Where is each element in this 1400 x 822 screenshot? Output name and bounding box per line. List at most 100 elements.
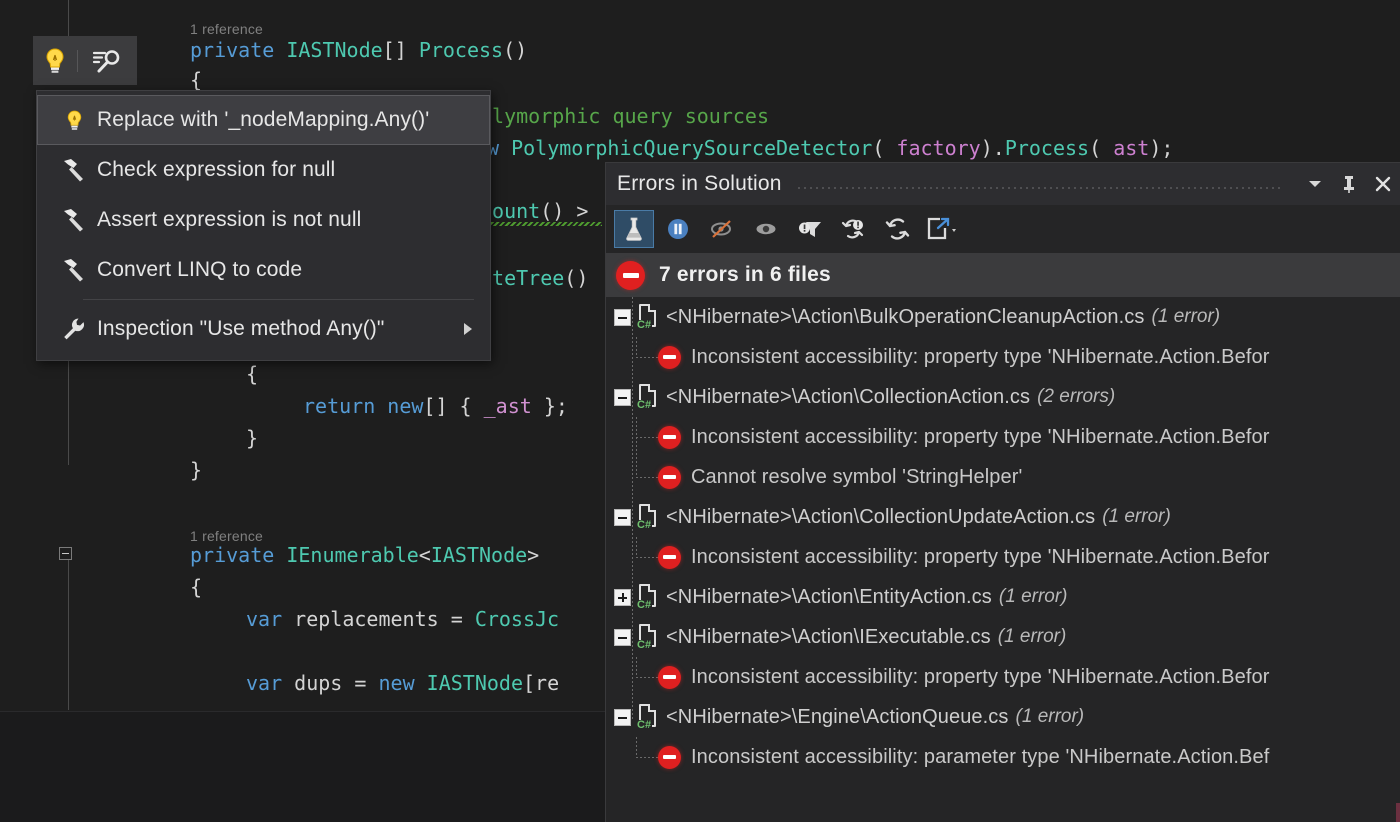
quick-actions-bar[interactable] (33, 36, 137, 85)
expander-minus-icon[interactable] (614, 508, 631, 526)
panel-toolbar[interactable] (606, 205, 1400, 253)
menu-item-label: Convert LINQ to code (97, 258, 303, 281)
error-icon (658, 425, 681, 449)
table-row[interactable]: C# <NHibernate>\Action\EntityAction.cs (… (606, 577, 1400, 617)
file-path: <NHibernate>\Engine\ActionQueue.cs (666, 705, 1009, 728)
table-row[interactable]: Inconsistent accessibility: property typ… (606, 657, 1400, 697)
lightbulb-icon (51, 109, 97, 132)
table-row[interactable]: Inconsistent accessibility: property typ… (606, 417, 1400, 457)
error-summary-text: 7 errors in 6 files (659, 263, 831, 286)
file-path: <NHibernate>\Action\BulkOperationCleanup… (666, 305, 1145, 328)
lightbulb-icon[interactable] (33, 36, 77, 85)
menu-item-inspection-use-method-any[interactable]: Inspection "Use method Any()" (37, 304, 490, 354)
error-icon (658, 345, 681, 369)
menu-item-label: Replace with '_nodeMapping.Any()' (97, 108, 430, 131)
errors-in-solution-panel[interactable]: Errors in Solution 7 errors in 6 files C… (605, 162, 1400, 822)
file-path: <NHibernate>\Action\EntityAction.cs (666, 585, 992, 608)
file-error-count: (1 error) (998, 586, 1068, 607)
code-line: { (246, 362, 259, 386)
ide-screenshot: 1 reference private IASTNode[] Process()… (0, 0, 1400, 822)
code-line: var dups = new IASTNode[re (246, 671, 560, 695)
file-error-count: (1 error) (1015, 706, 1085, 727)
hammer-icon (51, 158, 97, 182)
chevron-right-icon (464, 323, 472, 335)
quick-fix-context-menu[interactable]: Replace with '_nodeMapping.Any()' Check … (36, 90, 491, 361)
csharp-file-icon: C# (636, 304, 658, 331)
csharp-file-icon: C# (636, 624, 658, 651)
panel-title: Errors in Solution (617, 172, 782, 195)
table-row[interactable]: Cannot resolve symbol 'StringHelper' (606, 457, 1400, 497)
pin-icon[interactable] (1332, 163, 1366, 205)
editor-empty-area (0, 711, 620, 822)
error-icon (658, 545, 681, 569)
menu-item-check-expression-for-null[interactable]: Check expression for null (37, 145, 490, 195)
error-icon (658, 745, 681, 769)
code-line: private IEnumerable<IASTNode> (190, 543, 540, 567)
table-row[interactable]: C# <NHibernate>\Action\BulkOperationClea… (606, 297, 1400, 337)
table-row[interactable]: Inconsistent accessibility: property typ… (606, 337, 1400, 377)
drag-grip[interactable] (795, 163, 1284, 205)
file-error-count: (1 error) (997, 626, 1067, 647)
csharp-file-icon: C# (636, 584, 658, 611)
menu-item-assert-expression-is-not-null[interactable]: Assert expression is not null (37, 195, 490, 245)
refresh-icon[interactable] (878, 210, 918, 248)
expander-plus-icon[interactable] (614, 588, 631, 606)
code-line: return new[] { _ast }; (303, 394, 568, 418)
menu-item-convert-linq-to-code[interactable]: Convert LINQ to code (37, 245, 490, 295)
code-line: private IASTNode[] Process() (190, 38, 528, 62)
table-row[interactable]: C# <NHibernate>\Action\CollectionUpdateA… (606, 497, 1400, 537)
csharp-file-icon: C# (636, 384, 658, 411)
pause-circle-icon[interactable] (658, 210, 698, 248)
chevron-down-icon[interactable] (1298, 163, 1332, 205)
menu-item-label: Inspection "Use method Any()" (97, 317, 385, 340)
error-message: Inconsistent accessibility: property typ… (691, 345, 1270, 368)
table-row[interactable]: Inconsistent accessibility: parameter ty… (606, 737, 1400, 777)
csharp-file-icon: C# (636, 504, 658, 531)
error-icon (658, 665, 681, 689)
code-line: var replacements = CrossJc (246, 607, 560, 631)
code-line: w PolymorphicQuerySourceDetector( factor… (487, 136, 1174, 160)
error-summary-row[interactable]: 7 errors in 6 files (606, 253, 1400, 297)
eye-icon[interactable] (746, 210, 786, 248)
warning-squiggle (480, 222, 602, 226)
expander-minus-icon[interactable] (614, 388, 631, 406)
menu-separator (83, 299, 474, 300)
file-path: <NHibernate>\Action\CollectionUpdateActi… (666, 505, 1096, 528)
expander-minus-icon[interactable] (614, 708, 631, 726)
error-message: Inconsistent accessibility: property typ… (691, 425, 1270, 448)
error-icon (616, 260, 645, 290)
table-row[interactable]: C# <NHibernate>\Action\CollectionAction.… (606, 377, 1400, 417)
export-icon[interactable] (922, 210, 962, 248)
file-error-count: (2 errors) (1037, 386, 1116, 407)
menu-item-replace-with-any[interactable]: Replace with '_nodeMapping.Any()' (37, 95, 490, 145)
panel-edge-accent (1396, 803, 1400, 822)
menu-item-label: Assert expression is not null (97, 208, 362, 231)
code-line: } (246, 426, 259, 450)
code-line: } (190, 458, 203, 482)
quick-fix-search-icon[interactable] (78, 36, 136, 85)
table-row[interactable]: C# <NHibernate>\Engine\ActionQueue.cs (1… (606, 697, 1400, 737)
file-path: <NHibernate>\Action\CollectionAction.cs (666, 385, 1031, 408)
error-icon (658, 465, 681, 489)
error-message: Inconsistent accessibility: parameter ty… (691, 745, 1270, 768)
table-row[interactable]: C# <NHibernate>\Action\IExecutable.cs (1… (606, 617, 1400, 657)
panel-title-bar: Errors in Solution (606, 163, 1400, 205)
table-row[interactable]: Inconsistent accessibility: property typ… (606, 537, 1400, 577)
eye-slash-icon[interactable] (702, 210, 742, 248)
code-line: ateTree() (480, 266, 589, 290)
funnel-error-icon[interactable] (790, 210, 830, 248)
csharp-file-icon: C# (636, 704, 658, 731)
close-icon[interactable] (1366, 163, 1400, 205)
file-error-count: (1 error) (1151, 306, 1221, 327)
expander-minus-icon[interactable] (614, 308, 631, 326)
file-path: <NHibernate>\Action\IExecutable.cs (666, 625, 991, 648)
expander-minus-icon[interactable] (614, 628, 631, 646)
hammer-icon (51, 208, 97, 232)
error-message: Inconsistent accessibility: property typ… (691, 665, 1270, 688)
error-message: Cannot resolve symbol 'StringHelper' (691, 465, 1023, 488)
error-tree[interactable]: C# <NHibernate>\Action\BulkOperationClea… (606, 297, 1400, 822)
flask-icon[interactable] (614, 210, 654, 248)
refresh-error-icon[interactable] (834, 210, 874, 248)
code-line: olymorphic query sources (480, 104, 769, 128)
wrench-icon (51, 317, 97, 341)
